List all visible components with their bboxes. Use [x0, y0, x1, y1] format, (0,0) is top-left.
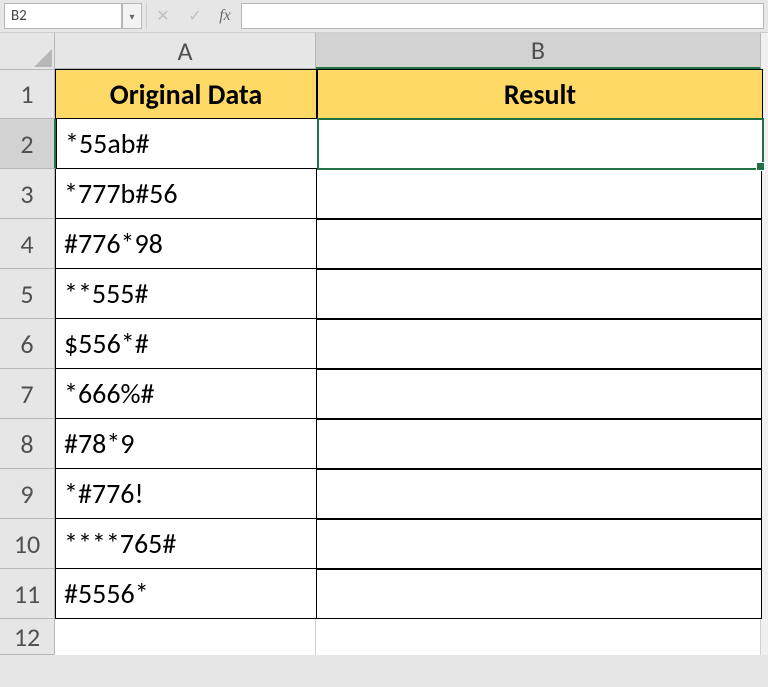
cell-A9[interactable]: *#776!: [55, 469, 317, 519]
table-row: 12: [0, 619, 768, 655]
cell-B6[interactable]: [317, 319, 762, 369]
table-row: 10 ****765#: [0, 519, 768, 569]
cell-B3[interactable]: [317, 169, 762, 219]
row-header-12[interactable]: 12: [0, 619, 55, 655]
cell-A2[interactable]: *55ab#: [56, 119, 318, 169]
cell-A11[interactable]: #5556*: [55, 569, 317, 619]
cell-A12[interactable]: [55, 619, 316, 655]
chevron-down-icon: ▾: [129, 10, 134, 23]
row-header-7[interactable]: 7: [0, 369, 55, 419]
column-header-A[interactable]: A: [55, 33, 316, 69]
row-header-6[interactable]: 6: [0, 319, 55, 369]
cell-A10[interactable]: ****765#: [55, 519, 317, 569]
cell-B2[interactable]: [318, 119, 763, 169]
table-row: 9 *#776!: [0, 469, 768, 519]
row-header-3[interactable]: 3: [0, 169, 55, 219]
table-row: 3 *777b#56: [0, 169, 768, 219]
cell-B1[interactable]: Result: [317, 69, 763, 119]
cell-A5[interactable]: **555#: [55, 269, 317, 319]
cell-B12[interactable]: [316, 619, 761, 655]
cell-B10[interactable]: [317, 519, 762, 569]
table-row: 6 $556*#: [0, 319, 768, 369]
cell-B4[interactable]: [317, 219, 762, 269]
cell-A3[interactable]: *777b#56: [55, 169, 317, 219]
enter-icon[interactable]: ✓: [179, 0, 211, 32]
table-row: 4 #776*98: [0, 219, 768, 269]
table-row: 5 **555#: [0, 269, 768, 319]
row-header-8[interactable]: 8: [0, 419, 55, 469]
fx-icon[interactable]: fx: [211, 0, 239, 32]
row-header-10[interactable]: 10: [0, 519, 55, 569]
row-header-1[interactable]: 1: [0, 69, 55, 119]
row-header-4[interactable]: 4: [0, 219, 55, 269]
cell-A6[interactable]: $556*#: [55, 319, 317, 369]
cell-B9[interactable]: [317, 469, 762, 519]
row-header-5[interactable]: 5: [0, 269, 55, 319]
cell-B7[interactable]: [317, 369, 762, 419]
cell-A4[interactable]: #776*98: [55, 219, 317, 269]
column-header-B[interactable]: B: [316, 33, 761, 69]
name-box-dropdown[interactable]: ▾: [122, 3, 142, 29]
cell-A7[interactable]: *666%#: [55, 369, 317, 419]
table-row: 2 *55ab#: [0, 119, 768, 169]
cell-B8[interactable]: [317, 419, 762, 469]
table-row: 8 #78*9: [0, 419, 768, 469]
row-header-9[interactable]: 9: [0, 469, 55, 519]
cell-A8[interactable]: #78*9: [55, 419, 317, 469]
formula-bar: B2 ▾ ✕ ✓ fx: [0, 0, 768, 33]
name-box[interactable]: B2: [4, 3, 122, 29]
row-header-11[interactable]: 11: [0, 569, 55, 619]
cell-B11[interactable]: [317, 569, 762, 619]
worksheet-grid: A B 1 Original Data Result 2 *55ab# 3 *7…: [0, 33, 768, 655]
select-all-corner[interactable]: [0, 33, 55, 70]
cell-B5[interactable]: [317, 269, 762, 319]
table-row: 1 Original Data Result: [0, 69, 768, 119]
row-header-2[interactable]: 2: [0, 119, 56, 169]
column-header-row: A B: [0, 33, 768, 69]
formula-input[interactable]: [241, 3, 764, 29]
table-row: 11 #5556*: [0, 569, 768, 619]
cell-A1[interactable]: Original Data: [55, 69, 317, 119]
table-row: 7 *666%#: [0, 369, 768, 419]
cancel-icon[interactable]: ✕: [147, 0, 179, 32]
